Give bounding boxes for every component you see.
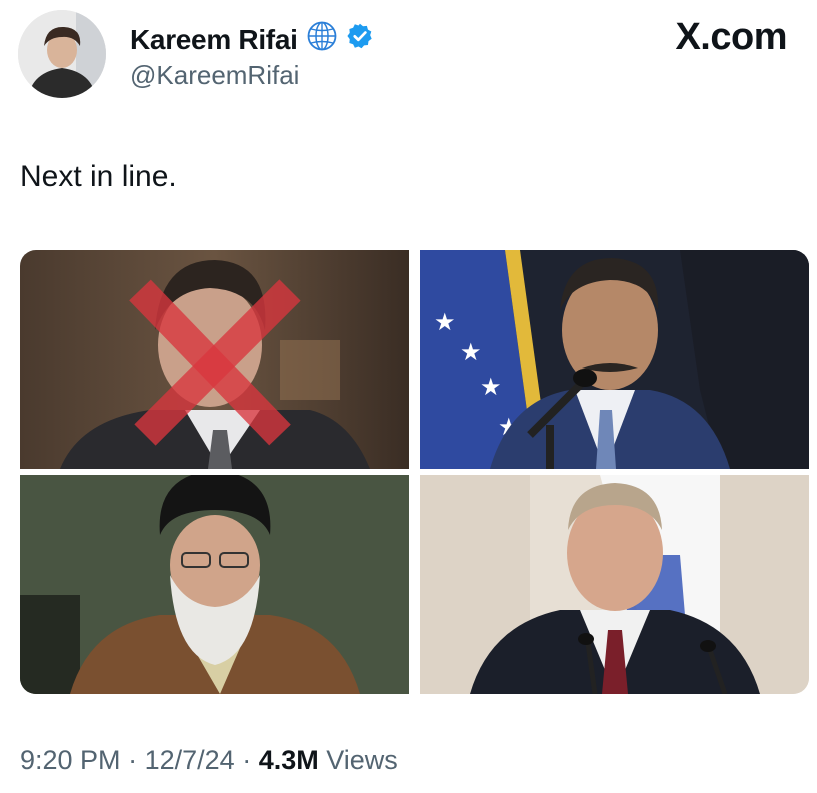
verified-badge-icon [346,22,374,57]
media-photo-2[interactable]: ★ ★ ★ ★ [420,250,809,469]
tweet-meta: 9:20 PM · 12/7/24 · 4.3M Views [20,745,398,776]
views-label: Views [326,745,398,775]
display-name[interactable]: Kareem Rifai [130,24,298,56]
media-photo-3[interactable] [20,475,409,694]
site-watermark: X.com [675,16,787,58]
avatar[interactable] [18,10,106,98]
media-grid: ★ ★ ★ ★ [20,250,809,694]
globe-icon [306,20,338,59]
svg-text:★: ★ [460,338,482,366]
user-handle[interactable]: @KareemRifai [130,60,299,91]
media-photo-4[interactable] [420,475,809,694]
display-name-row[interactable]: Kareem Rifai [130,20,374,59]
svg-text:★: ★ [480,373,502,401]
meta-separator: · [128,745,138,775]
tweet-date[interactable]: 12/7/24 [145,745,235,775]
meta-separator: · [242,745,252,775]
media-photo-1[interactable] [20,250,409,469]
tweet-time[interactable]: 9:20 PM [20,745,121,775]
views-count[interactable]: 4.3M [259,745,319,775]
svg-text:★: ★ [434,308,456,336]
tweet-text: Next in line. [20,160,177,193]
